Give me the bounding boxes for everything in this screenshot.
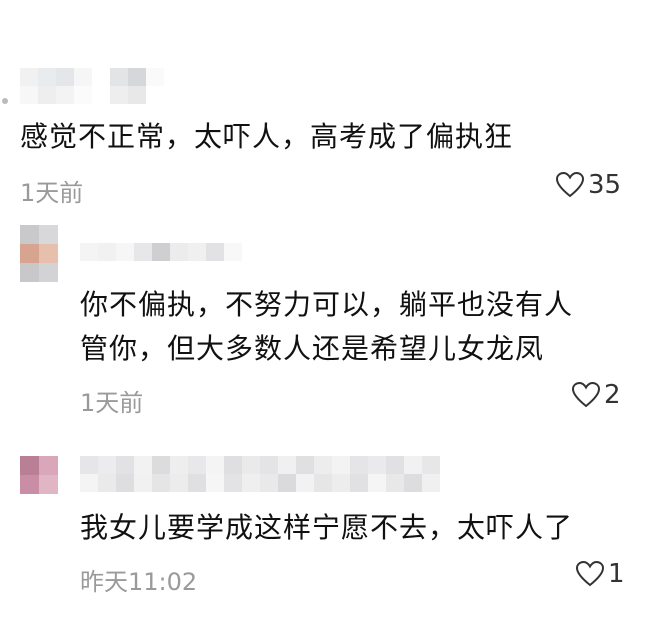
heart-outline-icon (576, 561, 604, 587)
comment-time: 1天前 (80, 389, 144, 417)
like-count: 35 (588, 170, 622, 200)
avatar-edge (2, 98, 8, 104)
comment-3: 我女儿要学成这样宁愿不去，太吓人了 昨天11:02 1 (0, 420, 650, 618)
comment-time: 昨天11:02 (80, 568, 198, 596)
heart-outline-icon (556, 172, 584, 198)
avatar (20, 456, 58, 494)
like-button[interactable]: 2 (572, 380, 621, 410)
comment-text: 感觉不正常，太吓人，高考成了偏执狂 (20, 120, 514, 153)
comment-2: 你不偏执，不努力可以，躺平也没有人 管你，但大多数人还是希望儿女龙凤 1天前 2 (0, 205, 650, 420)
like-count: 2 (604, 380, 621, 410)
username-redacted (80, 243, 242, 261)
comment-time: 1天前 (20, 179, 84, 207)
comment-text-line-2: 管你，但大多数人还是希望儿女龙凤 (80, 332, 545, 365)
like-count: 1 (608, 559, 625, 589)
avatar (20, 225, 58, 282)
like-button[interactable]: 35 (556, 170, 621, 200)
username-redacted (20, 68, 164, 104)
like-button[interactable]: 1 (576, 559, 625, 589)
comment-text: 我女儿要学成这样宁愿不去，太吓人了 (80, 511, 574, 544)
comment-1: 感觉不正常，太吓人，高考成了偏执狂 1天前 35 (0, 0, 650, 207)
comment-text-line-1: 你不偏执，不努力可以，躺平也没有人 (80, 288, 574, 321)
username-redacted (80, 456, 440, 492)
heart-outline-icon (572, 382, 600, 408)
